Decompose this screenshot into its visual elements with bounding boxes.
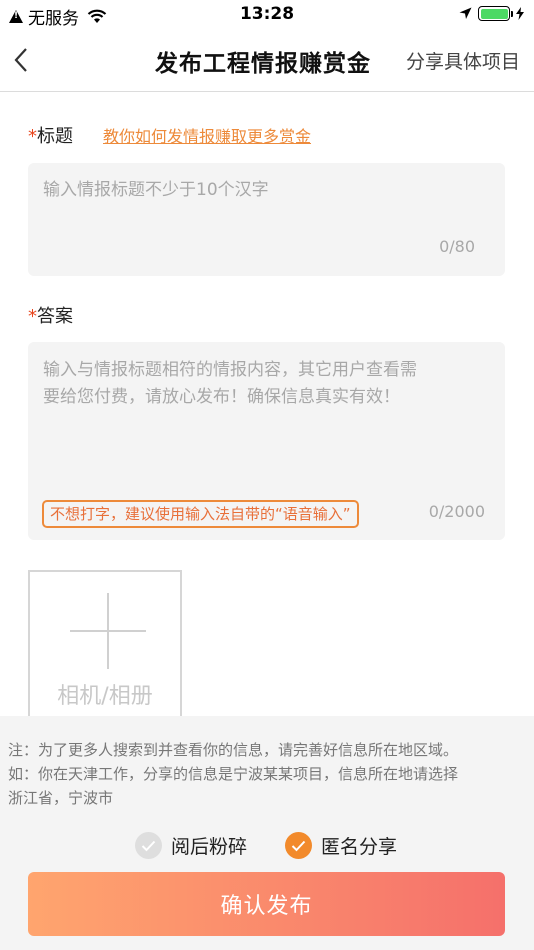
back-chevron-icon[interactable] [10,44,34,76]
status-right [459,6,524,21]
title-label: *标题 [28,122,73,148]
nav-bar: 发布工程情报赚赏金 分享具体项目 [0,30,534,92]
share-project-button[interactable]: 分享具体项目 [406,47,520,74]
required-mark: * [28,126,37,147]
checkbox-checked-icon [285,832,312,859]
location-note: 注：为了更多人搜索到并查看你的信息，请完善好信息所在地区域。 如：你在天津工作，… [8,738,528,810]
battery-icon [478,6,510,21]
title-placeholder: 输入情报标题不少于10个汉字 [43,180,269,200]
anonymous-share-option[interactable]: 匿名分享 [285,832,397,859]
answer-label: *答案 [28,302,73,328]
option-label: 阅后粉碎 [171,836,248,858]
required-mark: * [28,306,37,327]
burn-after-reading-option[interactable]: 阅后粉碎 [135,832,247,859]
title-counter: 0/80 [439,237,475,256]
note-line1: 注：为了更多人搜索到并查看你的信息，请完善好信息所在地区域。 [8,741,459,759]
location-arrow-icon [459,7,472,19]
photo-upload-button[interactable]: 相机/相册 [28,570,182,730]
option-label: 匿名分享 [321,836,398,858]
battery-cap [511,10,513,17]
note-line3: 浙江省，宁波市 [8,789,114,807]
confirm-publish-button[interactable]: 确认发布 [28,872,505,936]
help-link[interactable]: 教你如何发情报赚取更多赏金 [103,123,311,147]
answer-label-text: 答案 [37,306,73,327]
charging-bolt-icon [516,7,524,20]
voice-input-tip: 不想打字，建议使用输入法自带的“语音输入” [42,500,359,528]
bottom-panel: 注：为了更多人搜索到并查看你的信息，请完善好信息所在地区域。 如：你在天津工作，… [0,716,534,950]
answer-counter: 0/2000 [428,502,485,521]
note-line2: 如：你在天津工作，分享的信息是宁波某某项目，信息所在地请选择 [8,765,459,783]
title-label-text: 标题 [37,126,73,147]
page-title: 发布工程情报赚赏金 [155,51,371,77]
status-bar: 无服务 13:28 [0,0,534,30]
options-row: 阅后粉碎 匿名分享 [0,832,534,864]
title-input[interactable]: 输入情报标题不少于10个汉字 0/80 [28,163,505,276]
status-time: 13:28 [239,4,295,24]
photo-label: 相机/相册 [57,684,153,709]
checkbox-unchecked-icon [135,832,162,859]
plus-icon-vertical [107,593,109,669]
answer-placeholder-line2: 要给您付费，请放心发布！确保信息真实有效！ [43,387,400,407]
answer-textarea[interactable]: 输入与情报标题相符的情报内容，其它用户查看需 要给您付费，请放心发布！确保信息真… [28,342,505,540]
